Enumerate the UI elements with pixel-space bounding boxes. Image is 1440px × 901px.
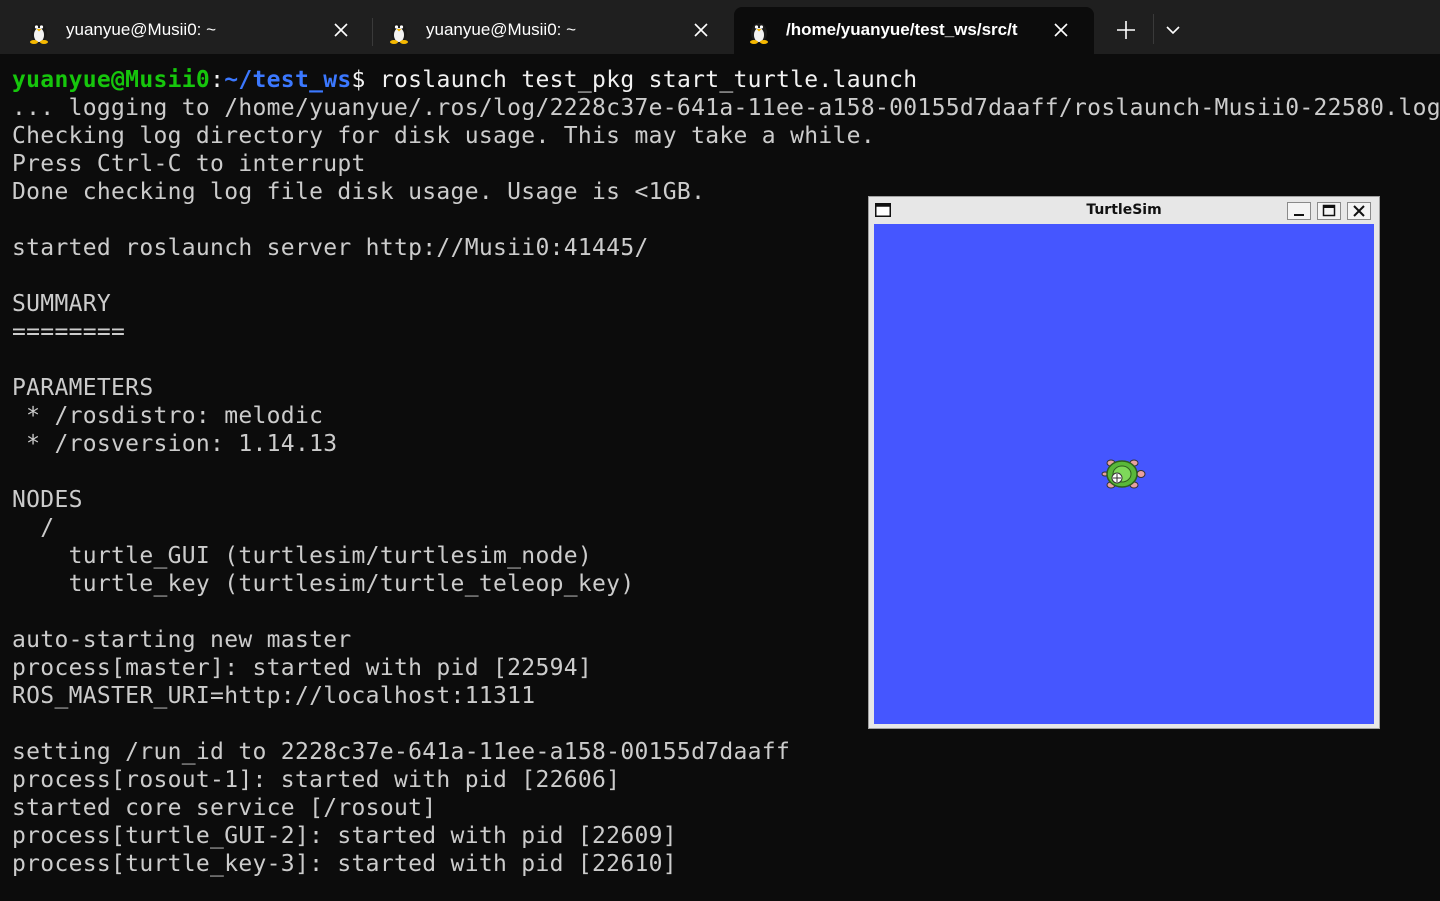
turtle-icon	[1101, 459, 1146, 489]
tab-divider	[1153, 14, 1154, 44]
new-tab-plus-icon[interactable]	[1108, 12, 1144, 48]
minimize-button[interactable]	[1287, 202, 1311, 220]
close-icon[interactable]	[1052, 21, 1070, 39]
close-icon[interactable]	[692, 21, 710, 39]
prompt-line: yuanyue@Musii0:~/test_ws$ roslaunch test…	[12, 66, 1432, 94]
turtlesim-window[interactable]: TurtleSim	[868, 196, 1380, 729]
output-line: ... logging to /home/yuanyue/.ros/log/22…	[12, 95, 1440, 121]
close-button[interactable]	[1347, 202, 1371, 220]
tab-terminal-3-active[interactable]: /home/yuanyue/test_ws/src/t	[734, 7, 1094, 54]
window-titlebar[interactable]: TurtleSim	[869, 197, 1379, 223]
tab-title: yuanyue@Musii0: ~	[66, 20, 217, 39]
tab-title: /home/yuanyue/test_ws/src/t	[786, 20, 1018, 39]
prompt-user-host: yuanyue@Musii0	[12, 67, 211, 93]
tux-icon	[750, 23, 768, 44]
prompt-separator: :	[210, 67, 225, 93]
tab-title: yuanyue@Musii0: ~	[426, 20, 577, 39]
output-line: process[turtle_GUI-2]: started with pid …	[12, 823, 677, 849]
tab-terminal-2[interactable]: yuanyue@Musii0: ~	[374, 7, 734, 54]
prompt-path: ~/test_ws	[224, 67, 352, 93]
maximize-icon	[1322, 204, 1336, 217]
output-line: started core service [/rosout]	[12, 795, 437, 821]
tab-terminal-1[interactable]: yuanyue@Musii0: ~	[0, 7, 360, 54]
output-line: process[rosout-1]: started with pid [226…	[12, 767, 621, 793]
chevron-down-icon[interactable]	[1158, 12, 1188, 48]
tab-divider	[372, 18, 373, 46]
tux-icon	[30, 23, 48, 44]
maximize-button[interactable]	[1317, 202, 1341, 220]
output-line: Checking log directory for disk usage. T…	[12, 123, 875, 149]
prompt-command: roslaunch test_pkg start_turtle.launch	[365, 67, 918, 93]
output-line: Press Ctrl-C to interrupt	[12, 151, 366, 177]
minimize-icon	[1294, 214, 1304, 216]
turtlesim-canvas	[874, 224, 1374, 724]
close-icon	[1353, 205, 1365, 217]
prompt-symbol: $	[351, 67, 366, 93]
close-icon[interactable]	[332, 21, 350, 39]
output-line: process[turtle_key-3]: started with pid …	[12, 851, 677, 877]
tab-bar: yuanyue@Musii0: ~ yuanyue@Musii0: ~ /hom…	[0, 0, 1440, 54]
output-line: setting /run_id to 2228c37e-641a-11ee-a1…	[12, 739, 791, 765]
tux-icon	[390, 23, 408, 44]
